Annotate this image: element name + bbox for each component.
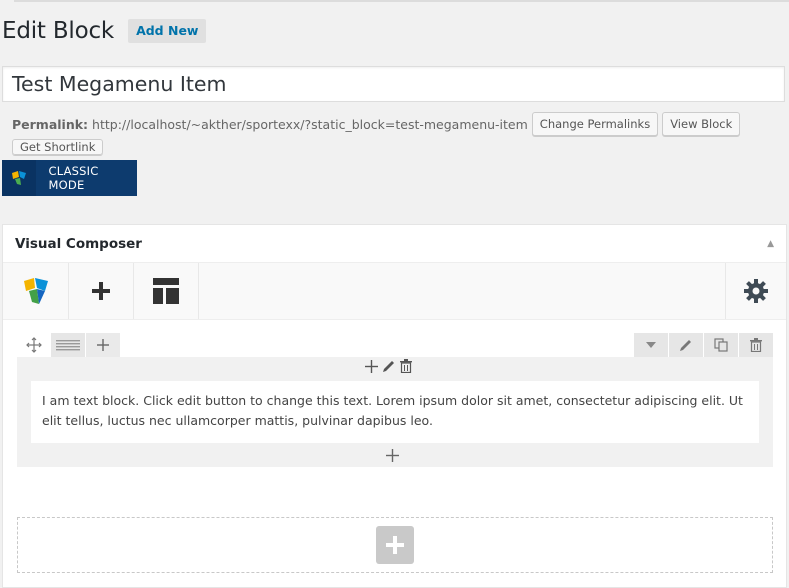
vc-toolbar — [3, 263, 786, 320]
view-block-button[interactable]: View Block — [662, 112, 741, 136]
templates-button[interactable] — [134, 263, 199, 319]
get-shortlink-button[interactable]: Get Shortlink — [12, 139, 104, 155]
pencil-icon — [680, 340, 691, 351]
vc-logo-icon — [23, 278, 48, 304]
edit-row-button[interactable] — [669, 333, 703, 357]
page-title: Edit Block — [2, 18, 115, 44]
change-permalinks-button[interactable]: Change Permalinks — [531, 112, 659, 136]
pencil-icon[interactable] — [382, 359, 396, 373]
text-block-element[interactable]: I am text block. Click edit button to ch… — [31, 381, 759, 443]
collapse-arrow-icon[interactable]: ▲ — [767, 239, 774, 249]
move-icon — [26, 337, 42, 353]
plus-icon — [386, 449, 399, 462]
settings-button[interactable] — [725, 263, 786, 319]
vc-logo-button[interactable] — [3, 263, 69, 319]
row-layout-icon — [56, 340, 80, 351]
post-title-input[interactable]: Test Megamenu Item — [2, 66, 785, 102]
toggle-row-button[interactable] — [634, 333, 668, 357]
add-column-button[interactable] — [86, 333, 120, 357]
vc-column: I am text block. Click edit button to ch… — [17, 357, 773, 467]
permalink-label: Permalink: — [12, 116, 89, 132]
classic-mode-button[interactable]: CLASSIC MODE — [2, 160, 137, 196]
top-divider — [14, 0, 789, 2]
plus-icon — [386, 536, 404, 554]
trash-icon[interactable] — [400, 359, 412, 373]
vc-row: I am text block. Click edit button to ch… — [17, 333, 773, 467]
visual-composer-panel: Visual Composer ▲ I am text block. Click… — [2, 224, 787, 588]
row-controls — [17, 333, 773, 357]
column-controls — [365, 359, 412, 373]
permalink-url[interactable]: http://localhost/~akther/sportexx/?stati… — [92, 117, 528, 132]
templates-icon — [153, 278, 179, 304]
page-header: Edit Block Add New — [2, 18, 207, 44]
add-element-toolbar-button[interactable] — [69, 263, 134, 319]
plus-icon — [92, 282, 110, 300]
gear-icon — [744, 279, 768, 303]
shortlink-wrap: Get Shortlink — [12, 136, 104, 158]
copy-icon — [714, 338, 728, 352]
permalink-row: Permalink: http://localhost/~akther/spor… — [12, 112, 741, 136]
add-element-area — [17, 517, 773, 573]
chevron-down-icon — [646, 342, 656, 348]
add-new-button[interactable]: Add New — [128, 19, 207, 43]
classic-mode-label: CLASSIC MODE — [48, 164, 99, 192]
trash-icon — [750, 338, 762, 352]
delete-row-button[interactable] — [739, 333, 773, 357]
row-layout-button[interactable] — [51, 333, 85, 357]
vc-panel-title: Visual Composer — [15, 235, 142, 252]
plus-icon[interactable] — [365, 359, 378, 373]
add-element-button[interactable] — [376, 526, 414, 564]
vc-panel-header[interactable]: Visual Composer ▲ — [3, 225, 786, 263]
clone-row-button[interactable] — [704, 333, 738, 357]
vc-logo-icon — [2, 160, 36, 196]
add-element-to-column-button[interactable] — [386, 447, 399, 466]
plus-icon — [97, 339, 109, 351]
move-row-handle[interactable] — [17, 333, 51, 357]
